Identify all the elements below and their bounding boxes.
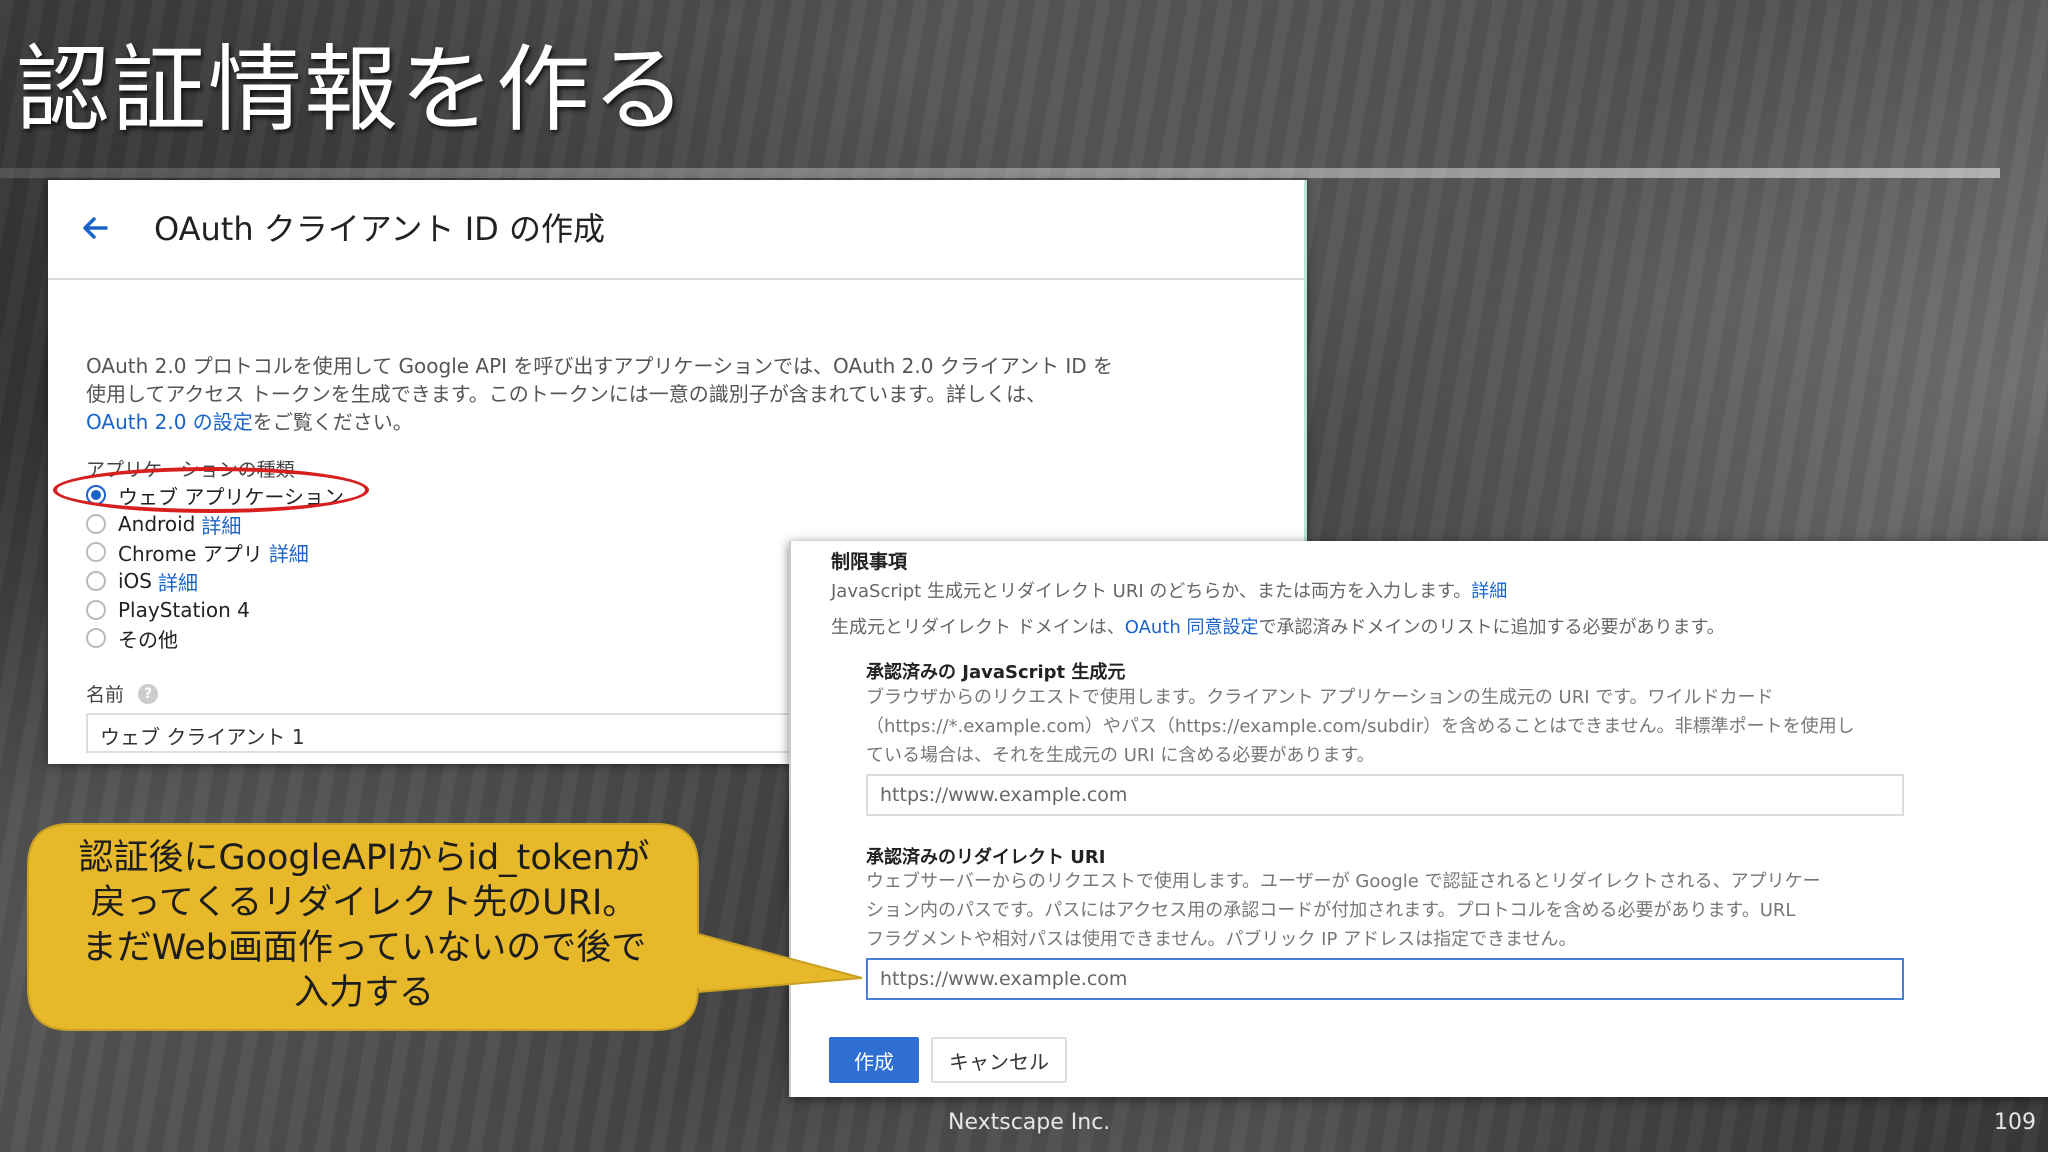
radio-playstation[interactable]: PlayStation 4	[86, 597, 250, 623]
help-icon[interactable]: ?	[138, 683, 159, 704]
name-field-label: 名前 ?	[86, 680, 159, 707]
restrictions-detail-link[interactable]: 詳細	[1471, 581, 1507, 602]
panel-header: OAuth クライアント ID の作成	[48, 180, 1304, 280]
redirect-desc-line: フラグメントや相対パスは使用できません。パブリック IP アドレスは指定できませ…	[866, 929, 1577, 950]
ios-detail-link[interactable]: 詳細	[158, 567, 198, 596]
radio-label: iOS	[118, 569, 152, 593]
radio-icon[interactable]	[86, 571, 106, 591]
android-detail-link[interactable]: 詳細	[201, 510, 241, 539]
callout-line: まだWeb画面作っていないので後で	[81, 928, 647, 968]
radio-icon[interactable]	[86, 514, 106, 534]
js-origin-description: ブラウザからのリクエストで使用します。クライアント アプリケーションの生成元の …	[866, 683, 2016, 770]
description-line-2: 使用してアクセス トークンを生成できます。このトークンには一意の識別子が含まれて…	[86, 382, 1047, 406]
callout-text: 認証後にGoogleAPIからid_tokenが 戻ってくるリダイレクト先のUR…	[34, 826, 694, 1026]
chrome-detail-link[interactable]: 詳細	[269, 538, 309, 567]
callout-line: 認証後にGoogleAPIからid_tokenが	[78, 838, 650, 878]
radio-label: PlayStation 4	[118, 598, 250, 622]
radio-android[interactable]: Android 詳細	[86, 510, 241, 539]
js-origin-desc-line: ている場合は、それを生成元の URI に含める必要があります。	[866, 745, 1375, 766]
back-arrow-icon[interactable]	[76, 208, 116, 248]
radio-icon[interactable]	[86, 542, 106, 562]
restrictions-line-2-post: で承認済みドメインのリストに追加する必要があります。	[1258, 617, 1725, 638]
title-underline	[0, 168, 2000, 178]
restrictions-line-2-pre: 生成元とリダイレクト ドメインは、	[831, 617, 1125, 638]
js-origin-desc-line: ブラウザからのリクエストで使用します。クライアント アプリケーションの生成元の …	[866, 687, 1774, 708]
redirect-uri-input[interactable]: https://www.example.com	[866, 958, 1904, 1000]
name-label-text: 名前	[86, 684, 125, 706]
page-title: OAuth クライアント ID の作成	[154, 210, 605, 248]
radio-label: その他	[118, 627, 178, 652]
restrictions-panel: 制限事項 JavaScript 生成元とリダイレクト URI のどちらか、または…	[789, 541, 2048, 1097]
restrictions-heading: 制限事項	[831, 551, 908, 573]
callout-line: 入力する	[293, 973, 434, 1013]
callout-line: 戻ってくるリダイレクト先のURI。	[90, 883, 638, 923]
description-tail: をご覧ください。	[252, 410, 413, 434]
radio-label: Chrome アプリ	[118, 541, 263, 566]
redirect-desc-line: ション内のパスです。パスにはアクセス用の承認コードが付加されます。プロトコルを含…	[866, 900, 1796, 921]
footer-company: Nextscape Inc.	[948, 1110, 1111, 1135]
oauth-consent-link[interactable]: OAuth 同意設定	[1125, 617, 1259, 638]
radio-other[interactable]: その他	[86, 625, 178, 652]
restrictions-line-2: 生成元とリダイレクト ドメインは、OAuth 同意設定で承認済みドメインのリスト…	[831, 613, 1725, 639]
radio-label: Android	[118, 512, 196, 536]
name-input[interactable]: ウェブ クライアント 1	[86, 713, 846, 753]
radio-chrome-app[interactable]: Chrome アプリ 詳細	[86, 538, 309, 567]
redirect-uri-label: 承認済みのリダイレクト URI	[866, 847, 1106, 868]
radio-icon[interactable]	[86, 628, 106, 648]
cancel-button[interactable]: キャンセル	[931, 1037, 1067, 1083]
radio-ios[interactable]: iOS 詳細	[86, 567, 198, 596]
highlight-circle	[53, 467, 369, 513]
js-origin-label: 承認済みの JavaScript 生成元	[866, 662, 1126, 683]
oauth-settings-link[interactable]: OAuth 2.0 の設定	[86, 410, 253, 434]
js-origin-input[interactable]: https://www.example.com	[866, 774, 1904, 816]
restrictions-line-1: JavaScript 生成元とリダイレクト URI のどちらか、または両方を入力…	[831, 577, 1507, 603]
oauth-description: OAuth 2.0 プロトコルを使用して Google API を呼び出すアプリ…	[86, 352, 1236, 436]
page-number: 109	[1994, 1110, 2036, 1135]
redirect-desc-line: ウェブサーバーからのリクエストで使用します。ユーザーが Google で認証され…	[866, 871, 1821, 892]
restrictions-line-1-text: JavaScript 生成元とリダイレクト URI のどちらか、または両方を入力…	[831, 581, 1472, 602]
create-button[interactable]: 作成	[829, 1037, 919, 1083]
description-line-1: OAuth 2.0 プロトコルを使用して Google API を呼び出すアプリ…	[86, 354, 1114, 378]
radio-icon[interactable]	[86, 600, 106, 620]
js-origin-desc-line: （https://*.example.com）やパス（https://examp…	[866, 716, 1855, 737]
redirect-uri-description: ウェブサーバーからのリクエストで使用します。ユーザーが Google で認証され…	[866, 867, 2016, 954]
slide-title: 認証情報を作る	[16, 36, 689, 145]
